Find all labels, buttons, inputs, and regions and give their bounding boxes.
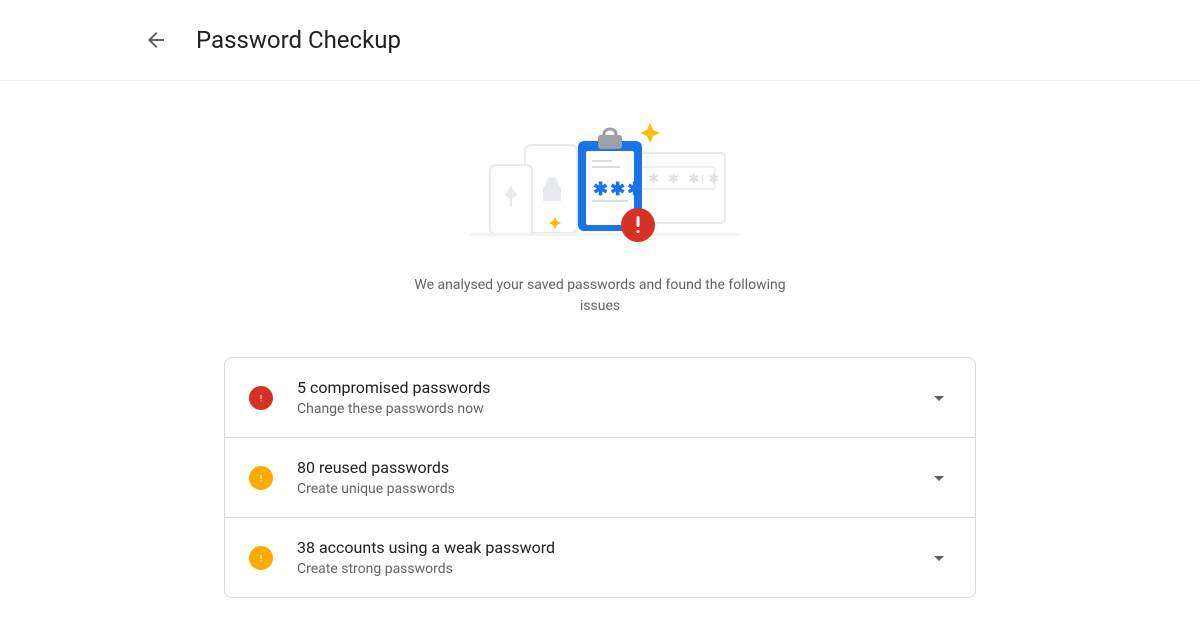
back-button[interactable] xyxy=(136,20,176,60)
svg-text:✱✱✱: ✱✱✱ xyxy=(593,179,644,200)
arrow-left-icon xyxy=(144,28,168,52)
issue-row-weak[interactable]: 38 accounts using a weak password Create… xyxy=(225,517,975,597)
issue-text: 5 compromised passwords Change these pas… xyxy=(297,378,927,417)
alert-icon xyxy=(249,386,273,410)
page-header: Password Checkup xyxy=(0,0,1200,81)
chevron-down-icon xyxy=(927,386,951,410)
issue-title: 80 reused passwords xyxy=(297,458,927,477)
summary-text: We analysed your saved passwords and fou… xyxy=(410,275,790,317)
hero-illustration: ✱ ✱ ✱ ✱ | ✱✱✱ xyxy=(440,105,760,255)
issue-subtitle: Create unique passwords xyxy=(297,481,927,497)
issues-card: 5 compromised passwords Change these pas… xyxy=(224,357,976,598)
main-content: ✱ ✱ ✱ ✱ | ✱✱✱ We analysed your saved pas… xyxy=(0,81,1200,598)
issue-subtitle: Create strong passwords xyxy=(297,561,927,577)
issue-title: 38 accounts using a weak password xyxy=(297,538,927,557)
chevron-down-icon xyxy=(927,466,951,490)
page-title: Password Checkup xyxy=(196,26,401,54)
issue-title: 5 compromised passwords xyxy=(297,378,927,397)
issue-text: 38 accounts using a weak password Create… xyxy=(297,538,927,577)
issue-subtitle: Change these passwords now xyxy=(297,401,927,417)
chevron-down-icon xyxy=(927,546,951,570)
issue-row-compromised[interactable]: 5 compromised passwords Change these pas… xyxy=(225,358,975,437)
warning-icon xyxy=(249,546,273,570)
svg-text:|: | xyxy=(701,173,704,186)
svg-text:✱ ✱ ✱ ✱: ✱ ✱ ✱ ✱ xyxy=(648,172,722,187)
warning-icon xyxy=(249,466,273,490)
issue-row-reused[interactable]: 80 reused passwords Create unique passwo… xyxy=(225,437,975,517)
issue-text: 80 reused passwords Create unique passwo… xyxy=(297,458,927,497)
